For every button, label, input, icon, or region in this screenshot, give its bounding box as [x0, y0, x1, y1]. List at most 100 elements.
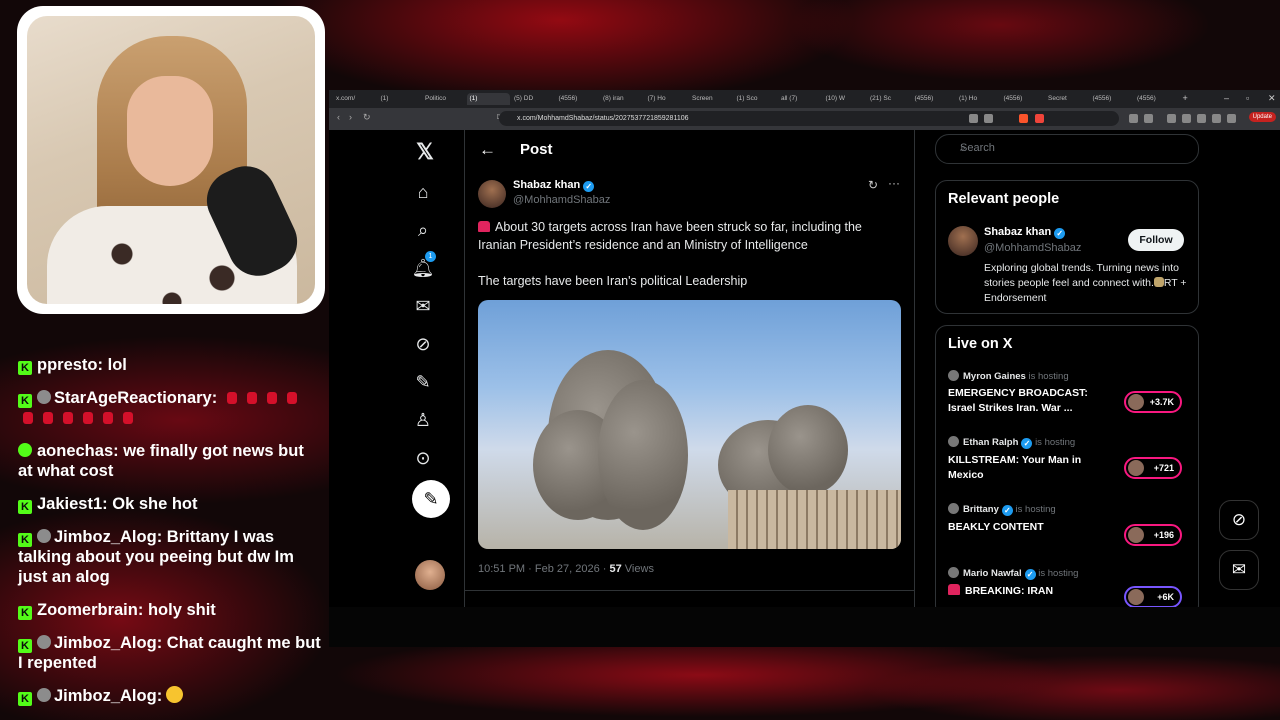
host-avatar: [948, 567, 959, 578]
user-avatar-icon: [37, 390, 51, 404]
stream-chat: Kppresto: lol K StarAgeReactionary: aonec…: [18, 330, 323, 719]
browser-tab[interactable]: (8) iran: [600, 93, 644, 105]
browser-tab[interactable]: (21) Sc: [867, 93, 911, 105]
handshake-emoji-icon: [1153, 277, 1164, 287]
brave-shield-icon[interactable]: [1019, 114, 1028, 123]
search-input[interactable]: ⌕ Search: [935, 134, 1199, 164]
live-listeners-pill[interactable]: +196: [1124, 524, 1182, 546]
person-avatar[interactable]: [948, 226, 978, 256]
grok-icon[interactable]: ⊘: [411, 332, 435, 356]
home-icon[interactable]: ⌂: [411, 180, 435, 204]
browser-tab[interactable]: x.com/: [333, 93, 377, 105]
update-button[interactable]: Update: [1248, 112, 1276, 122]
more-icon[interactable]: ⊙: [411, 446, 435, 470]
notification-badge: 1: [425, 251, 436, 262]
sidebar-icon[interactable]: [1167, 114, 1176, 123]
verified-badge-icon: ✓: [1001, 505, 1013, 516]
chat-message: K Jimboz_Alog:: [18, 686, 323, 706]
browser-tab[interactable]: (1) Ho: [956, 93, 1000, 105]
search-icon[interactable]: ⌕: [411, 218, 435, 242]
kick-badge-icon: K: [18, 533, 32, 547]
person-handle[interactable]: @MohhamdShabaz: [984, 242, 1081, 254]
profile-icon[interactable]: ♙: [411, 408, 435, 432]
browser-tab[interactable]: (1) Sco: [734, 93, 778, 105]
rewards-icon[interactable]: [1035, 114, 1044, 123]
more-options-icon[interactable]: ···: [888, 176, 900, 190]
browser-tab[interactable]: (1): [466, 93, 510, 105]
extension-icon[interactable]: [1212, 114, 1221, 123]
live-listeners-pill[interactable]: +6K: [1124, 586, 1182, 607]
browser-tab[interactable]: (7) Ho: [645, 93, 689, 105]
browser-tab[interactable]: (1): [378, 93, 422, 105]
author-avatar[interactable]: [478, 180, 506, 208]
post-text: About 30 targets across Iran have been s…: [478, 220, 862, 252]
verified-badge-icon: ✓: [583, 181, 595, 192]
verified-badge-icon: ✓: [1021, 438, 1033, 449]
zoom-icon[interactable]: [969, 114, 978, 123]
chat-message: aonechas: we finally got news but at wha…: [18, 442, 304, 480]
follow-button[interactable]: Follow: [1128, 229, 1184, 251]
messages-icon[interactable]: ✉: [411, 294, 435, 318]
emote-icon: [63, 412, 73, 424]
new-tab-icon[interactable]: +: [1183, 93, 1188, 103]
account-avatar[interactable]: [415, 560, 445, 590]
chat-message: K Jakiest1: Ok she hot: [18, 494, 323, 514]
kick-badge-icon: K: [18, 639, 32, 653]
user-avatar-icon: [37, 688, 51, 702]
browser-tab[interactable]: (4556): [1134, 93, 1178, 105]
browser-tab[interactable]: Screen: [689, 93, 733, 105]
kick-badge-icon: K: [18, 606, 32, 620]
x-page: 𝕏 ⌂ ⌕ 🔔︎ 1 ✉ ⊘ ✎ ♙ ⊙ ✎ ← Post Shabaz khan…: [329, 130, 1280, 607]
user-avatar-icon: [37, 635, 51, 649]
extension-icon[interactable]: [1129, 114, 1138, 123]
live-item[interactable]: Myron Gaines is hosting EMERGENCY BROADC…: [948, 370, 1113, 416]
emote-icon: [23, 412, 33, 424]
messages-float-button[interactable]: ✉: [1219, 550, 1259, 590]
browser-window: x.com/(1) Politico (1) (5) DD (4556) (8) iran…: [329, 90, 1280, 607]
forward-nav-icon[interactable]: ›: [349, 112, 352, 122]
browser-tab[interactable]: (4556): [1090, 93, 1134, 105]
live-item[interactable]: Ethan Ralph ✓ is hosting KILLSTREAM: Your…: [948, 436, 1113, 483]
compose-post-button[interactable]: ✎: [412, 480, 450, 518]
notifications-icon[interactable]: 🔔︎ 1: [411, 251, 436, 280]
post-text-secondary: The targets have been Iran's political L…: [478, 274, 748, 288]
author-handle[interactable]: @MohhamdShabaz: [513, 194, 610, 206]
author-name[interactable]: Shabaz khan ✓: [513, 179, 595, 192]
minimize-icon[interactable]: –: [1224, 93, 1229, 103]
browser-tab[interactable]: Secret: [1045, 93, 1089, 105]
maximize-icon[interactable]: ▫: [1246, 93, 1249, 103]
extension-icon[interactable]: [1144, 114, 1153, 123]
x-logo-icon[interactable]: 𝕏: [413, 140, 437, 164]
post-video[interactable]: [478, 300, 901, 549]
building: [728, 490, 901, 549]
browser-tab[interactable]: (10) W: [823, 93, 867, 105]
browser-tab[interactable]: (4556): [1001, 93, 1045, 105]
browser-tab[interactable]: (5) DD: [511, 93, 555, 105]
extension-icon[interactable]: [1182, 114, 1191, 123]
browser-tab[interactable]: all (7): [778, 93, 822, 105]
reload-icon[interactable]: ↻: [363, 112, 371, 123]
grok-float-button[interactable]: ⊘: [1219, 500, 1259, 540]
live-listeners-pill[interactable]: +721: [1124, 457, 1182, 479]
back-arrow-icon[interactable]: ←: [479, 140, 496, 160]
host-avatar: [948, 436, 959, 447]
grok-explain-icon[interactable]: ↻: [868, 178, 878, 192]
address-bar: ‹ › ↻ ⌑ x.com/MohhamdShabaz/status/20275…: [329, 108, 1280, 130]
screen-share-icon[interactable]: [984, 114, 993, 123]
close-window-icon[interactable]: ✕: [1268, 93, 1276, 104]
extension-icon[interactable]: [1197, 114, 1206, 123]
live-item[interactable]: Mario Nawfal ✓ is hosting BREAKING: IRAN: [948, 567, 1113, 599]
browser-tab[interactable]: (4556): [912, 93, 956, 105]
live-item[interactable]: Brittany ✓ is hosting BEAKLY CONTENT: [948, 503, 1113, 535]
live-listeners-pill[interactable]: +3.7K: [1124, 391, 1182, 413]
browser-tab[interactable]: (4556): [556, 93, 600, 105]
divider: [465, 590, 914, 591]
lists-icon[interactable]: ✎: [411, 370, 435, 394]
vpn-icon[interactable]: [1227, 114, 1236, 123]
kick-badge-icon: K: [18, 500, 32, 514]
back-nav-icon[interactable]: ‹: [337, 112, 340, 122]
browser-tab[interactable]: Politico: [422, 93, 466, 105]
person-name[interactable]: Shabaz khan ✓: [984, 226, 1066, 239]
chat-message: K Jimboz_Alog: Chat caught me but I repen…: [18, 634, 321, 672]
emote-icon: [123, 412, 133, 424]
